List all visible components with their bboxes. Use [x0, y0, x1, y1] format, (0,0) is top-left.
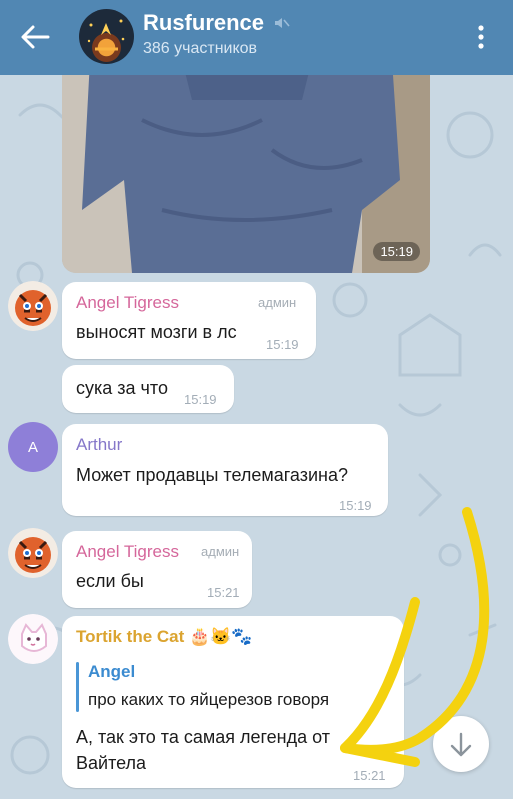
message-text: выносят мозги в лс	[76, 322, 237, 342]
photo-time: 15:19	[373, 242, 420, 261]
reply-accent-bar	[76, 662, 79, 712]
message-bubble[interactable]: Arthur Может продавцы телемагазина? 15:1…	[62, 424, 388, 516]
admin-badge: админ	[201, 544, 240, 559]
message-text: Может продавцы телемагазина?	[76, 465, 349, 485]
chat-header: Rusfurence 386 участников	[0, 0, 513, 75]
muted-speaker-icon	[275, 18, 290, 28]
avatar-tortik-the-cat[interactable]	[8, 614, 58, 664]
message-time: 15:21	[207, 585, 240, 600]
group-avatar[interactable]	[79, 9, 134, 64]
message-time: 15:19	[339, 498, 372, 513]
scroll-to-bottom-button[interactable]	[433, 716, 489, 772]
message-bubble[interactable]: сука за что 15:19	[62, 365, 234, 413]
message-time: 15:19	[184, 392, 217, 407]
tiger-avatar-icon	[8, 528, 58, 578]
message-time: 15:19	[266, 337, 299, 352]
chat-title[interactable]: Rusfurence	[143, 10, 264, 36]
message-text: если бы	[76, 571, 144, 591]
message-time: 15:21	[353, 768, 386, 783]
more-menu-icon[interactable]	[470, 22, 492, 52]
photo-message[interactable]: 15:19	[62, 60, 430, 273]
admin-badge: админ	[258, 295, 297, 310]
photo-image	[62, 60, 430, 273]
message-bubble[interactable]: Angel Tigress админ если бы 15:21	[62, 531, 252, 608]
arrow-down-icon	[450, 732, 472, 757]
member-count: 386 участников	[143, 40, 258, 57]
sender-name[interactable]: Angel Tigress	[76, 293, 179, 313]
tiger-avatar-icon	[8, 281, 58, 331]
avatar-arthur[interactable]: A	[8, 422, 58, 472]
message-text-line-2: Вайтела	[76, 753, 147, 773]
cat-avatar-icon	[8, 614, 58, 664]
back-arrow-icon[interactable]	[18, 22, 52, 52]
sender-name[interactable]: Tortik the Cat 🎂🐱🐾	[76, 627, 253, 647]
avatar-angel-tigress[interactable]	[8, 281, 58, 331]
sender-name[interactable]: Arthur	[76, 435, 122, 455]
avatar-angel-tigress[interactable]	[8, 528, 58, 578]
sender-name[interactable]: Angel Tigress	[76, 542, 179, 562]
campfire-icon	[87, 19, 125, 51]
message-text-line-1: А, так это та самая легенда от	[76, 727, 330, 747]
message-text: сука за что	[76, 378, 168, 398]
reply-text[interactable]: про каких то яйцерезов говоря	[88, 690, 329, 710]
message-bubble[interactable]: Angel Tigress админ выносят мозги в лс 1…	[62, 282, 316, 359]
reply-sender-name[interactable]: Angel	[88, 662, 135, 682]
message-bubble[interactable]: Tortik the Cat 🎂🐱🐾 Angel про каких то яй…	[62, 616, 404, 788]
